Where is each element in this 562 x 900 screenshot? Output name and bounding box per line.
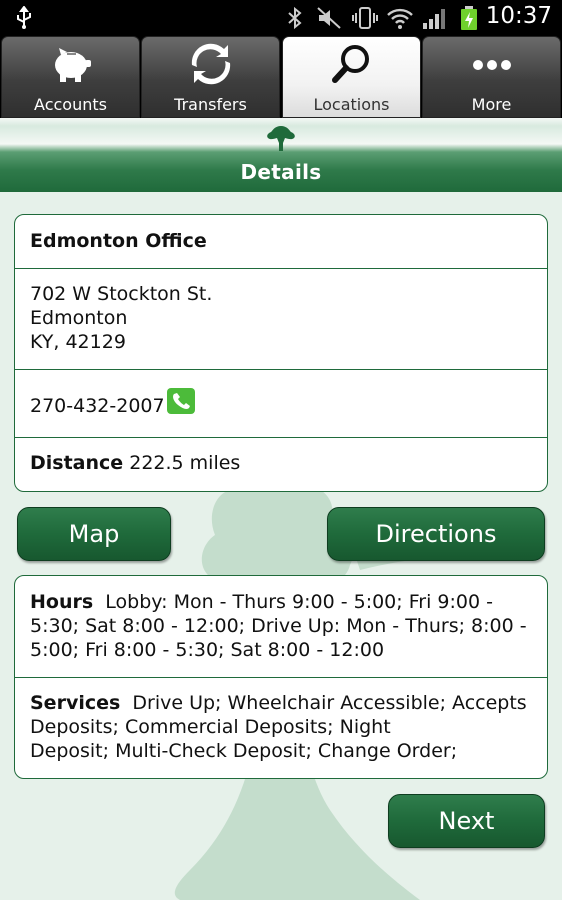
vibrate-icon — [352, 6, 378, 34]
services-row: Services Drive Up; Wheelchair Accessible… — [15, 678, 547, 778]
signal-icon — [422, 6, 448, 34]
tab-locations-label: Locations — [313, 95, 390, 114]
tab-more-label: More — [471, 95, 512, 114]
tab-accounts[interactable]: Accounts — [1, 36, 140, 118]
location-name: Edmonton Office — [15, 215, 547, 269]
address-line-1: 702 W Stockton St. — [30, 283, 213, 305]
tab-more[interactable]: More — [422, 36, 561, 118]
distance-label: Distance — [30, 452, 124, 474]
address-line-2: Edmonton — [30, 307, 128, 329]
mute-icon — [316, 6, 342, 34]
more-dots-icon — [470, 43, 514, 89]
page-header: Details — [0, 118, 562, 192]
phone-row[interactable]: 270-432-2007 — [15, 370, 547, 438]
address-line-3: KY, 42129 — [30, 331, 126, 353]
phone-number[interactable]: 270-432-2007 — [30, 395, 165, 417]
hours-row: Hours Lobby: Mon - Thurs 9:00 - 5:00; Fr… — [15, 576, 547, 678]
distance-row: Distance 222.5 miles — [15, 438, 547, 491]
directions-button[interactable]: Directions — [327, 507, 545, 561]
bluetooth-icon — [286, 6, 304, 34]
tab-transfers-label: Transfers — [174, 95, 247, 114]
battery-charging-icon — [460, 6, 478, 34]
hours-line-3: 5:00; Fri 8:00 - 5:30; Sat 8:00 - 12:00 — [30, 639, 385, 661]
details-card: Hours Lobby: Mon - Thurs 9:00 - 5:00; Fr… — [14, 575, 548, 779]
services-line-3: Deposit; Multi-Check Deposit; Change Ord… — [30, 740, 458, 762]
usb-icon — [14, 5, 34, 34]
map-button[interactable]: Map — [17, 507, 171, 561]
magnifier-icon — [330, 43, 374, 89]
services-line-1: Drive Up; Wheelchair Accessible; Accepts — [132, 692, 527, 714]
piggy-bank-icon — [49, 43, 93, 89]
tab-transfers[interactable]: Transfers — [141, 36, 280, 118]
tab-locations[interactable]: Locations — [282, 36, 421, 118]
wifi-icon — [386, 6, 414, 34]
tree-logo-icon — [266, 124, 296, 156]
distance-value: 222.5 miles — [129, 452, 241, 474]
hours-label: Hours — [30, 591, 94, 613]
next-button[interactable]: Next — [388, 794, 545, 848]
tab-bar: Accounts Transfers Locations More — [0, 36, 562, 118]
status-time: 10:37 — [485, 3, 552, 29]
hours-line-1: Lobby: Mon - Thurs 9:00 - 5:00; Fri 9:00… — [105, 591, 493, 613]
status-bar: 10:37 — [0, 0, 562, 36]
phone-call-icon[interactable] — [167, 388, 195, 419]
location-address: 702 W Stockton St. Edmonton KY, 42129 — [15, 269, 547, 370]
services-line-2: Deposits; Commercial Deposits; Night — [30, 716, 391, 738]
page-title: Details — [240, 160, 322, 184]
hours-line-2: 5:30; Sat 8:00 - 12:00; Drive Up: Mon - … — [30, 615, 527, 637]
tab-accounts-label: Accounts — [34, 95, 107, 114]
location-card: Edmonton Office 702 W Stockton St. Edmon… — [14, 214, 548, 492]
transfer-arrows-icon — [189, 43, 233, 89]
services-label: Services — [30, 692, 121, 714]
